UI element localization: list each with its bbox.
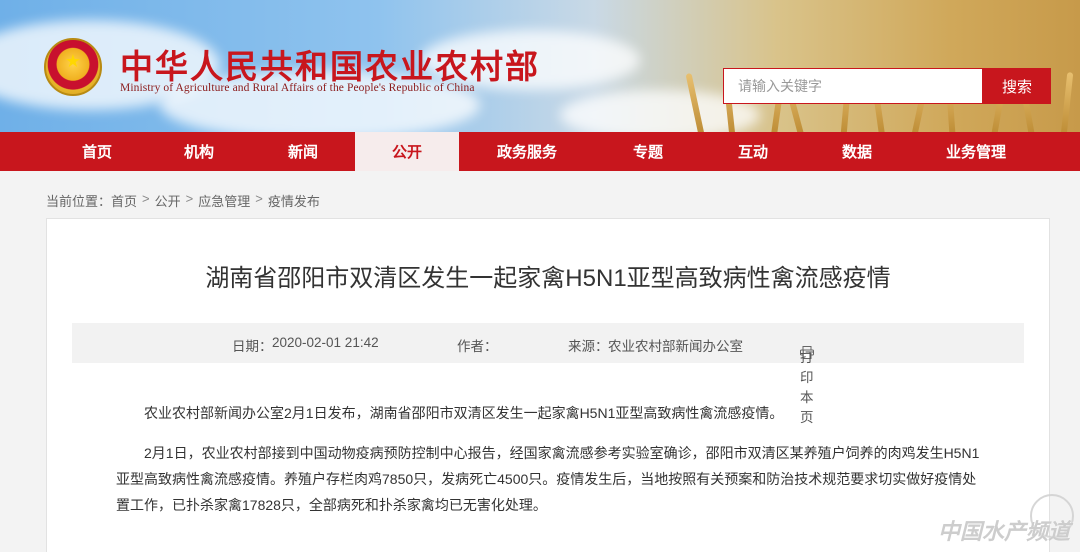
nav-item-data[interactable]: 数据 [805,132,909,171]
date-value: 2020-02-01 21:42 [272,335,379,350]
search-button[interactable]: 搜索 [983,68,1051,104]
breadcrumb-separator: > [142,191,150,206]
watermark: 中国水产频道 [937,520,1070,545]
article-paragraph-1: 农业农村部新闻办公室2月1日发布，湖南省邵阳市双清区发生一起家禽H5N1亚型高致… [144,405,784,421]
nav-item-business[interactable]: 业务管理 [909,132,1043,171]
source-value: 农业农村部新闻办公室 [608,339,743,354]
nav-item-public[interactable]: 公开 [355,132,459,171]
site-subtitle: Ministry of Agriculture and Rural Affair… [120,82,475,94]
nav-item-gov-services[interactable]: 政务服务 [459,132,595,171]
nav-item-topics[interactable]: 专题 [595,132,701,171]
article-title: 湖南省邵阳市双清区发生一起家禽H5N1亚型高致病性禽流感疫情 [205,265,891,292]
author-label: 作者： [457,339,498,354]
nav-item-news[interactable]: 新闻 [251,132,355,171]
breadcrumb-item-epidemic[interactable]: 疫情发布 [268,191,320,210]
article-meta: 日期： 2020-02-01 21:42 作者： 来源： 农业农村部新闻办公室 … [72,323,1024,425]
nav-item-home[interactable]: 首页 [47,132,147,171]
site-title[interactable]: 中华人民共和国农业农村部 [120,40,540,88]
breadcrumb-item-public[interactable]: 公开 [155,191,181,210]
breadcrumb: 当前位置： 首页 > 公开 > 应急管理 > 疫情发布 [46,191,320,210]
search-input[interactable] [723,68,983,104]
breadcrumb-item-emergency[interactable]: 应急管理 [198,191,250,210]
source-label: 来源： [568,339,609,354]
article-paragraph-2: 2月1日，农业农村部接到中国动物疫病预防控制中心报告，经国家禽流感参考实验室确诊… [116,445,980,513]
breadcrumb-separator: > [255,191,263,206]
breadcrumb-item-home[interactable]: 首页 [111,191,137,210]
breadcrumb-prefix: 当前位置： [46,194,112,209]
breadcrumb-separator: > [185,191,194,206]
nav-item-interaction[interactable]: 互动 [701,132,805,171]
nav-item-organization[interactable]: 机构 [147,132,251,171]
main-nav: 首页 机构 新闻 公开 政务服务 专题 互动 数据 业务管理 [0,132,1080,171]
national-emblem-icon[interactable]: ★ [44,38,102,96]
date-label: 日期： [232,339,273,354]
